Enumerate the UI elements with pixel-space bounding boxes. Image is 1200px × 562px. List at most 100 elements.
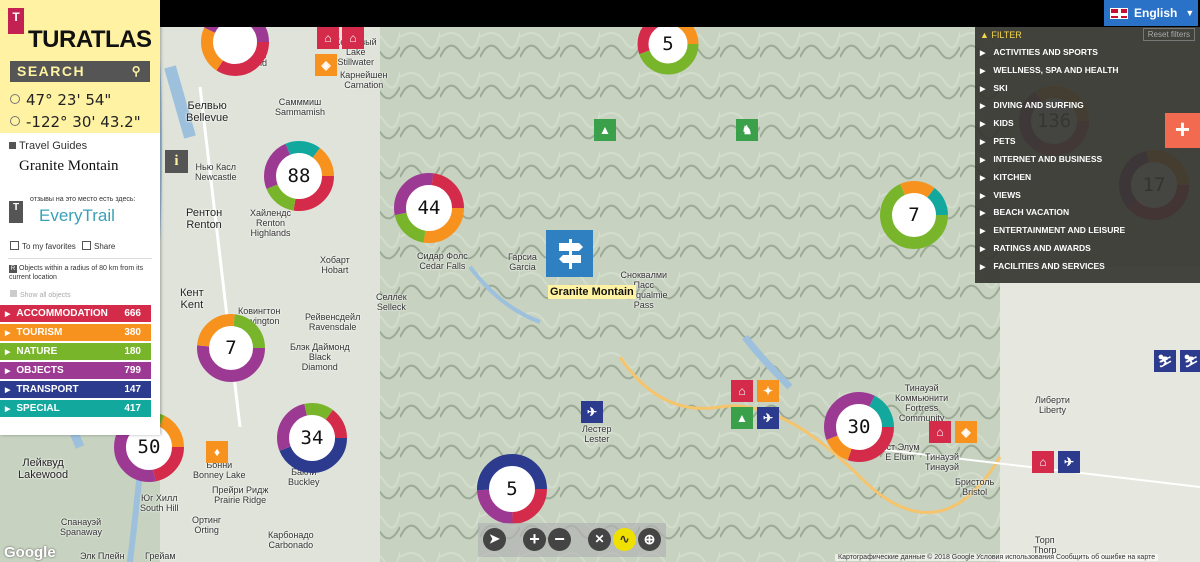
house-icon[interactable]: ⌂ [342, 27, 364, 49]
place-name: Granite Montain [19, 158, 119, 174]
filter-item[interactable]: ▶ FACILITIES AND SERVICES [980, 261, 1105, 271]
cluster-marker[interactable]: 34 [276, 402, 348, 474]
cluster-marker[interactable]: 5 [476, 453, 548, 525]
travel-guides-label[interactable]: Travel Guides [9, 140, 87, 152]
radius-text: Objects within a radius of 80 km from it… [9, 265, 144, 281]
square-icon [9, 142, 16, 149]
tree-icon[interactable]: ▲ [594, 119, 616, 141]
triangle-right-icon: ▶ [980, 193, 986, 200]
filter-item[interactable]: ▶ ENTERTAINMENT AND LEISURE [980, 225, 1125, 235]
cluster-marker[interactable]: 30 [823, 391, 895, 463]
category-transport[interactable]: ▶ TRANSPORT 147 [0, 381, 151, 398]
signpost-icon[interactable] [546, 230, 593, 277]
radius-icon: R [9, 265, 17, 273]
diamond-icon[interactable]: ◈ [955, 421, 977, 443]
filter-item[interactable]: ▶ SKI [980, 83, 1008, 93]
category-label: SPECIAL [16, 403, 60, 414]
filter-title-text: FILTER [991, 30, 1022, 40]
place-label: Элк Плейн [80, 551, 125, 561]
search-icon[interactable]: ⚲ [132, 64, 142, 78]
filter-item[interactable]: ▶ VIEWS [980, 190, 1021, 200]
drop-icon[interactable]: ♦ [206, 441, 228, 463]
house-icon[interactable]: ⌂ [929, 421, 951, 443]
language-selector[interactable]: English ▼ [1104, 0, 1198, 26]
filter-label: KIDS [993, 118, 1014, 128]
reset-filters-button[interactable]: Reset filters [1142, 28, 1195, 41]
triangle-right-icon: ▶ [980, 139, 986, 146]
triangle-right-icon: ▶ [980, 157, 986, 164]
category-accommodation[interactable]: ▶ ACCOMMODATION 666 [0, 305, 151, 322]
category-tourism[interactable]: ▶ TOURISM 380 [0, 324, 151, 341]
house-icon[interactable]: ⌂ [317, 27, 339, 49]
terrain-mode-icon[interactable]: ∿ [613, 528, 636, 551]
filter-label: ENTERTAINMENT AND LEISURE [993, 225, 1126, 235]
locate-icon[interactable]: ➤ [483, 528, 506, 551]
hiker-icon[interactable]: ✦ [757, 380, 779, 402]
place-label: Нью Касл Newcastle [195, 162, 237, 182]
globe-icon [10, 116, 20, 126]
filter-item[interactable]: ▶ ACTIVITIES AND SPORTS [980, 47, 1098, 57]
ski-icon[interactable]: ⛷ [1154, 350, 1176, 372]
layers-icon[interactable]: ✕ [588, 528, 611, 551]
map-attribution[interactable]: Картографические данные © 2018 Google Ус… [835, 554, 1159, 561]
cluster-marker[interactable]: 5 [636, 27, 700, 76]
share-button[interactable]: Share [82, 241, 115, 251]
diamond-icon[interactable]: ◈ [315, 54, 337, 76]
filter-label: BEACH VACATION [993, 207, 1070, 217]
favorites-button[interactable]: To my favorites [10, 241, 76, 251]
plane-icon[interactable]: ✈ [581, 401, 603, 423]
cluster-marker[interactable]: 7 [879, 180, 949, 250]
plane-icon[interactable]: ✈ [1058, 451, 1080, 473]
cluster-marker[interactable]: 44 [393, 172, 465, 244]
triangle-right-icon: ▶ [980, 50, 986, 57]
rock-icon[interactable]: ♞ [736, 119, 758, 141]
ski-icon[interactable]: ⛷ [1180, 350, 1200, 372]
checkbox-icon[interactable] [10, 290, 17, 297]
category-label: TOURISM [16, 327, 63, 338]
cluster-marker[interactable]: 88 [263, 140, 335, 212]
filter-item[interactable]: ▶ PETS [980, 136, 1016, 146]
house-icon[interactable]: ⌂ [731, 380, 753, 402]
filter-item[interactable]: ▶ WELLNESS, SPA AND HEALTH [980, 65, 1119, 75]
filter-item[interactable]: ▶ BEACH VACATION [980, 207, 1069, 217]
cluster-count: 7 [225, 337, 237, 359]
filter-item[interactable]: ▶ DIVING AND SURFING [980, 100, 1084, 110]
t-logo-icon: T [9, 201, 23, 223]
place-label: Бристоль Bristol [955, 477, 995, 497]
cluster-count: 44 [417, 197, 441, 219]
language-label: English [1134, 6, 1178, 20]
category-special[interactable]: ▶ SPECIAL 417 [0, 400, 151, 417]
house-icon[interactable]: ⌂ [1032, 451, 1054, 473]
show-all-toggle[interactable]: Show all objects [10, 290, 71, 299]
filter-item[interactable]: ▶ KIDS [980, 118, 1014, 128]
filter-item[interactable]: ▶ RATINGS AND AWARDS [980, 243, 1091, 253]
search-input[interactable]: SEARCH ⚲ [10, 61, 150, 82]
filter-item[interactable]: ▶ KITCHEN [980, 172, 1031, 182]
tree-icon[interactable]: ▲ [731, 407, 753, 429]
triangle-right-icon: ▶ [980, 246, 986, 253]
show-all-label: Show all objects [20, 292, 71, 299]
category-objects[interactable]: ▶ OBJECTS 799 [0, 362, 151, 379]
globe-icon[interactable]: ⊕ [638, 528, 661, 551]
cluster-count: 34 [300, 427, 324, 449]
top-bar [0, 0, 1200, 27]
info-icon[interactable]: i [165, 150, 188, 173]
category-label: OBJECTS [16, 365, 64, 376]
place-label: Торп Thorp [1033, 535, 1057, 555]
zoom-in-button[interactable]: + [523, 528, 546, 551]
cluster-marker[interactable] [200, 27, 270, 77]
category-count: 417 [124, 403, 141, 414]
plane-icon[interactable]: ✈ [757, 407, 779, 429]
app-logo[interactable]: TURATLAS [28, 26, 152, 54]
favorites-label: To my favorites [22, 242, 76, 251]
filter-item[interactable]: ▶ INTERNET AND BUSINESS [980, 154, 1102, 164]
add-button[interactable]: + [1165, 113, 1200, 148]
category-nature[interactable]: ▶ NATURE 180 [0, 343, 151, 360]
zoom-out-button[interactable]: − [548, 528, 571, 551]
everytrail-link[interactable]: T отзывы на это место есть здесь: EveryT… [9, 196, 154, 230]
cluster-marker[interactable]: 7 [196, 313, 266, 383]
filter-title[interactable]: ▲ FILTER [980, 30, 1022, 40]
logo-mark[interactable]: T [8, 8, 24, 34]
longitude-readout: -122° 30' 43.2" [10, 113, 141, 131]
place-label: Самммиш Sammamish [275, 97, 326, 117]
